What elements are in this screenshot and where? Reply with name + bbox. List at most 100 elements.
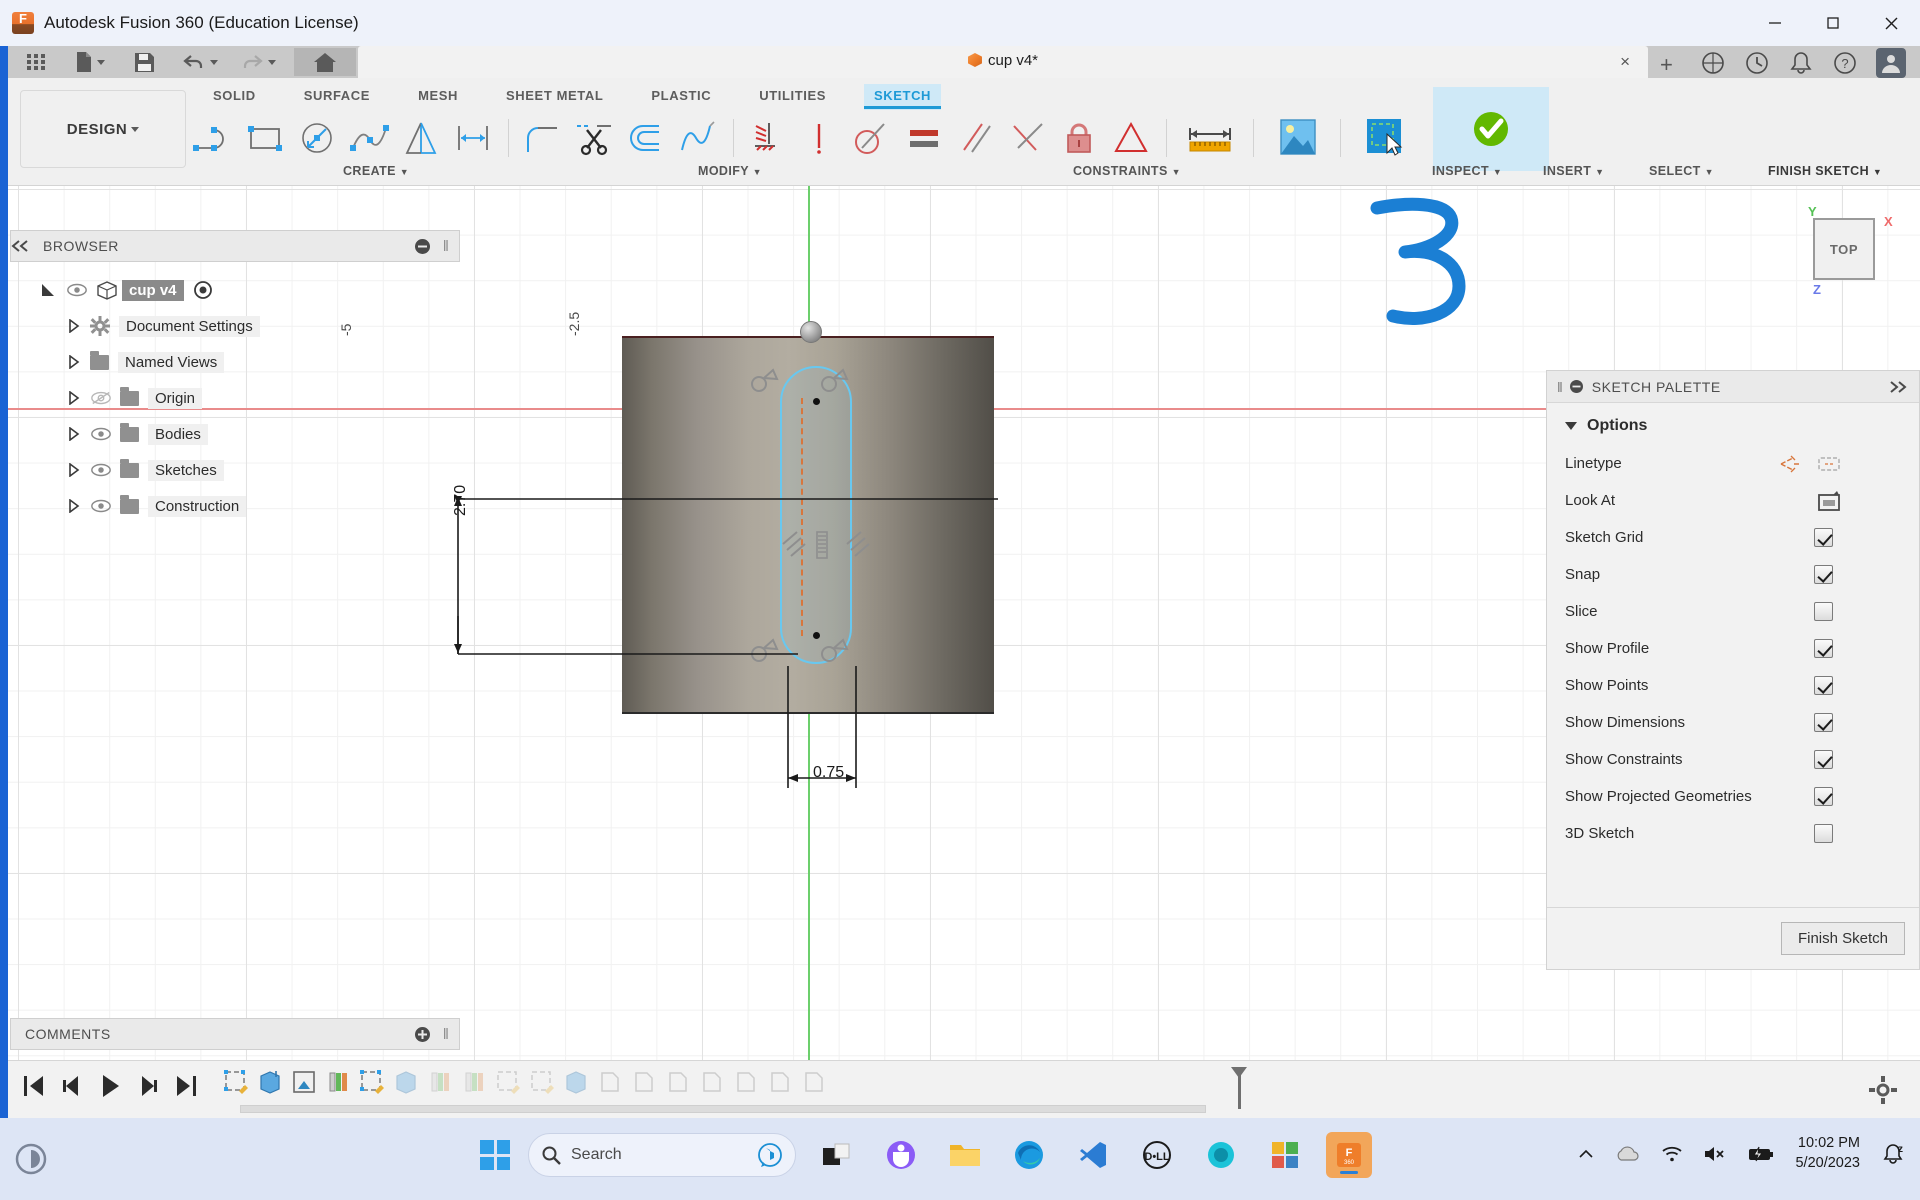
- minus-circle-icon[interactable]: [1569, 379, 1584, 394]
- tab-sheet-metal[interactable]: SHEET METAL: [496, 84, 613, 110]
- equal-constraint-icon[interactable]: [898, 115, 950, 161]
- timeline-body-feature[interactable]: [801, 1069, 827, 1095]
- extensions-icon[interactable]: [1700, 50, 1726, 76]
- chevron-down-icon[interactable]: [1565, 422, 1577, 430]
- minimize-icon[interactable]: [1746, 0, 1804, 46]
- volume-muted-icon[interactable]: [1703, 1145, 1727, 1163]
- visibility-eye-icon[interactable]: [66, 282, 88, 298]
- checkbox-show-projected-geometries[interactable]: [1814, 787, 1833, 806]
- timeline-extrude-feature[interactable]: [257, 1069, 283, 1095]
- expanded-triangle-icon[interactable]: [40, 282, 58, 298]
- account-avatar[interactable]: [1876, 48, 1906, 78]
- tab-mesh[interactable]: MESH: [408, 84, 468, 110]
- palette-row-slice[interactable]: Slice: [1547, 593, 1919, 630]
- spline-icon[interactable]: [344, 115, 396, 161]
- timeline-end-marker[interactable]: [1231, 1067, 1247, 1109]
- workspace-selector[interactable]: DESIGN: [20, 90, 186, 168]
- horizontal-dimension-graphic[interactable]: [768, 656, 908, 816]
- fix-lock-icon[interactable]: [1054, 115, 1106, 161]
- timeline-body-feature[interactable]: [767, 1069, 793, 1095]
- rectangle-icon[interactable]: [240, 115, 292, 161]
- edge-browser-icon[interactable]: [1006, 1132, 1052, 1178]
- cloud-sync-icon[interactable]: [1615, 1145, 1641, 1163]
- timeline-body-feature[interactable]: [665, 1069, 691, 1095]
- trim-scissors-icon[interactable]: [569, 115, 621, 161]
- collapsed-triangle-icon[interactable]: [68, 319, 80, 333]
- construction-linetype-icon[interactable]: [1779, 454, 1803, 474]
- maximize-icon[interactable]: [1804, 0, 1862, 46]
- centerline-linetype-icon[interactable]: [1817, 454, 1841, 474]
- palette-drag-handle[interactable]: ‖: [1557, 379, 1563, 395]
- timeline-extrude-feature-suppressed[interactable]: [563, 1069, 589, 1095]
- line-icon[interactable]: [188, 115, 240, 161]
- timeline-extrude-feature-suppressed[interactable]: [393, 1069, 419, 1095]
- tab-plastic[interactable]: PLASTIC: [641, 84, 721, 110]
- dimension-value-horizontal[interactable]: 0.75: [813, 764, 844, 782]
- tab-surface[interactable]: SURFACE: [294, 84, 380, 110]
- group-label-constraints[interactable]: CONSTRAINTS ▼: [1073, 164, 1181, 178]
- view-cube[interactable]: TOP: [1813, 218, 1875, 280]
- timeline-shell-feature[interactable]: [291, 1069, 317, 1095]
- save-icon[interactable]: [122, 48, 166, 76]
- select-arrow-icon[interactable]: [1349, 115, 1419, 161]
- perpendicular-constraint-icon[interactable]: [1002, 115, 1054, 161]
- battery-charging-icon[interactable]: [1747, 1145, 1775, 1163]
- group-label-finish-sketch[interactable]: FINISH SKETCH ▼: [1768, 164, 1882, 178]
- notifications-icon[interactable]: [1788, 50, 1814, 76]
- dimension-value-vertical[interactable]: 2.70: [452, 485, 470, 516]
- offset-icon[interactable]: [621, 115, 673, 161]
- palette-row-sketch-grid[interactable]: Sketch Grid: [1547, 519, 1919, 556]
- checkbox-show-constraints[interactable]: [1814, 750, 1833, 769]
- chevron-down-icon[interactable]: [268, 59, 276, 65]
- tree-item-named-views[interactable]: Named Views: [68, 344, 450, 380]
- microsoft-store-icon[interactable]: [1262, 1132, 1308, 1178]
- group-label-select[interactable]: SELECT ▼: [1649, 164, 1714, 178]
- minus-circle-icon[interactable]: [414, 238, 431, 255]
- checkbox-show-profile[interactable]: [1814, 639, 1833, 658]
- tree-item-bodies[interactable]: Bodies: [68, 416, 450, 452]
- timeline-sketch-feature-suppressed[interactable]: [495, 1069, 521, 1095]
- wifi-icon[interactable]: [1661, 1145, 1683, 1163]
- palette-row-show-projected-geometries[interactable]: Show Projected Geometries: [1547, 778, 1919, 815]
- visibility-eye-off-icon[interactable]: [90, 390, 112, 406]
- palette-row-snap[interactable]: Snap: [1547, 556, 1919, 593]
- timeline-body-feature[interactable]: [699, 1069, 725, 1095]
- checkbox-3d-sketch[interactable]: [1814, 824, 1833, 843]
- group-label-modify[interactable]: MODIFY ▼: [698, 164, 762, 178]
- visibility-eye-icon[interactable]: [90, 462, 112, 478]
- insert-image-icon[interactable]: [1262, 115, 1332, 161]
- step-forward-icon[interactable]: [136, 1073, 160, 1099]
- fillet-icon[interactable]: [517, 115, 569, 161]
- chevron-down-icon[interactable]: [210, 59, 218, 65]
- palette-row-3d-sketch[interactable]: 3D Sketch: [1547, 815, 1919, 852]
- show-hidden-icons-chevron[interactable]: [1577, 1147, 1595, 1161]
- firefox-icon[interactable]: [1198, 1132, 1244, 1178]
- finish-sketch-check-icon[interactable]: [1433, 87, 1549, 171]
- palette-row-look-at[interactable]: Look At: [1547, 482, 1919, 519]
- add-comment-icon[interactable]: [414, 1026, 431, 1043]
- timeline-body-feature[interactable]: [631, 1069, 657, 1095]
- bing-chat-icon[interactable]: [757, 1142, 783, 1168]
- document-tab[interactable]: cup v4* ×: [358, 46, 1648, 78]
- taskbar-clock[interactable]: 10:02 PM 5/20/2023: [1795, 1134, 1860, 1173]
- tree-item-cup-v4[interactable]: cup v4: [40, 272, 450, 308]
- tree-item-construction[interactable]: Construction: [68, 488, 450, 524]
- origin-point[interactable]: [800, 321, 822, 343]
- circle-icon[interactable]: [292, 115, 344, 161]
- comments-resize-handle[interactable]: ‖: [443, 1026, 449, 1043]
- palette-row-show-points[interactable]: Show Points: [1547, 667, 1919, 704]
- new-tab-plus-icon[interactable]: +: [1660, 52, 1673, 78]
- expand-right-icon[interactable]: [1889, 380, 1907, 393]
- search-input[interactable]: Search: [528, 1133, 796, 1177]
- timeline-sketch-feature[interactable]: [223, 1069, 249, 1095]
- vertical-constraint-icon[interactable]: [794, 115, 846, 161]
- windows-start-icon[interactable]: [480, 1140, 510, 1170]
- parallel-constraint-icon[interactable]: [950, 115, 1002, 161]
- step-back-icon[interactable]: [60, 1073, 84, 1099]
- palette-row-linetype[interactable]: Linetype: [1547, 445, 1919, 482]
- timeline-track[interactable]: [240, 1105, 1206, 1113]
- timeline-body-feature[interactable]: [733, 1069, 759, 1095]
- timeline-split-feature-suppressed[interactable]: [427, 1069, 453, 1095]
- coincident-constraint-icon[interactable]: [742, 115, 794, 161]
- collapsed-triangle-icon[interactable]: [68, 355, 80, 369]
